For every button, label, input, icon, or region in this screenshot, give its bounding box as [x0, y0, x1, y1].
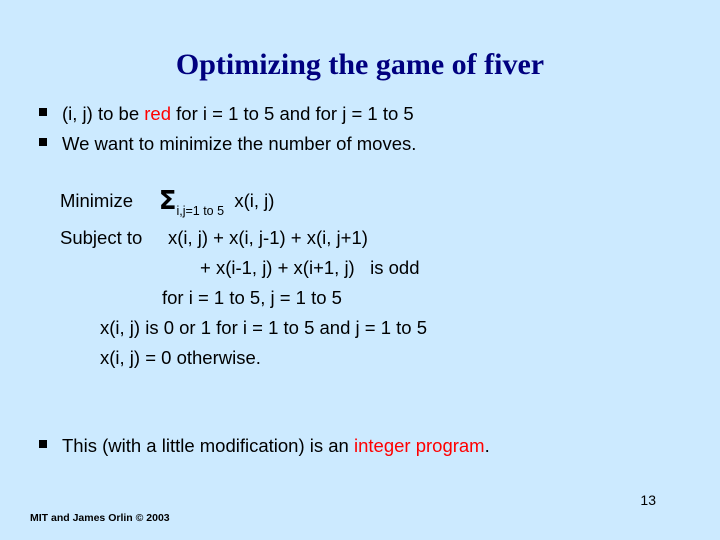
- bullet-marker-icon: [36, 432, 62, 460]
- math-block: Minimize Σi,j=1 to 5 x(i, j) Subject to …: [36, 186, 696, 373]
- math-line-subject-to: Subject to x(i, j) + x(i, j-1) + x(i, j+…: [60, 226, 368, 248]
- list-item: We want to minimize the number of moves.: [36, 130, 696, 158]
- objective-expression: x(i, j): [234, 190, 275, 211]
- list-item: This (with a little modification) is an …: [36, 432, 696, 460]
- bullet-text: We want to minimize the number of moves.: [62, 130, 416, 158]
- footer-credit: MIT and James Orlin © 2003: [30, 512, 170, 524]
- page-number: 13: [640, 492, 656, 508]
- closing-bullet: This (with a little modification) is an …: [36, 432, 696, 462]
- bullet-text-pre: We want to minimize the number of moves.: [62, 133, 417, 154]
- bullet-text: (i, j) to be red for i = 1 to 5 and for …: [62, 100, 414, 128]
- sigma-subscript: i,j=1 to 5: [176, 203, 225, 218]
- bullet-marker-icon: [36, 130, 62, 158]
- closing-text-pre: This (with a little modification) is an: [62, 435, 354, 456]
- bullet-list: (i, j) to be red for i = 1 to 5 and for …: [36, 100, 696, 160]
- math-line-index-range: for i = 1 to 5, j = 1 to 5: [162, 286, 342, 308]
- bullet-text: This (with a little modification) is an …: [62, 432, 490, 460]
- bullet-marker-icon: [36, 100, 62, 128]
- list-item: (i, j) to be red for i = 1 to 5 and for …: [36, 100, 696, 128]
- closing-text-post: .: [484, 435, 490, 456]
- page-title: Optimizing the game of fiver: [175, 48, 545, 81]
- bullet-text-post: for i = 1 to 5 and for j = 1 to 5: [171, 103, 414, 124]
- minimize-label: Minimize: [60, 190, 133, 211]
- math-line-constraint-continued: + x(i-1, j) + x(i+1, j) is odd: [200, 256, 420, 278]
- math-line-binary: x(i, j) is 0 or 1 for i = 1 to 5 and j =…: [100, 316, 427, 338]
- sigma-icon: Σ: [158, 186, 177, 216]
- closing-text-highlight: integer program: [354, 435, 485, 456]
- bullet-text-pre: (i, j) to be: [62, 103, 145, 124]
- slide: Optimizing the game of fiver (i, j) to b…: [0, 0, 720, 540]
- bullet-text-highlight: red: [144, 103, 171, 124]
- math-line-otherwise: x(i, j) = 0 otherwise.: [100, 346, 261, 368]
- math-line-objective: Minimize Σi,j=1 to 5 x(i, j): [36, 186, 696, 223]
